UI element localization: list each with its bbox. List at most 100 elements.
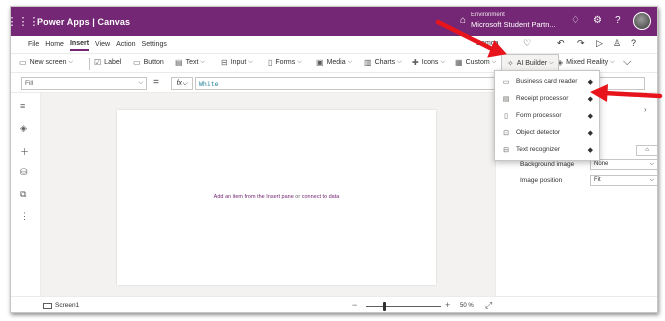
more-chevron-icon[interactable]: ⌵: [623, 56, 631, 69]
fit-to-screen-icon[interactable]: ⤢: [485, 300, 492, 311]
zoom-out-icon[interactable]: −: [352, 300, 357, 310]
formula-input[interactable]: White: [195, 77, 501, 90]
mixed-reality-button[interactable]: ◈ Mixed Reality ⌵: [557, 58, 615, 67]
media-rail-icon[interactable]: ⧉: [20, 189, 26, 200]
zoom-slider[interactable]: [366, 306, 441, 307]
canvas-area: Add an item from the Insert pane or conn…: [41, 93, 495, 296]
premium-icon: ◆: [587, 129, 593, 137]
label-label: Label: [104, 59, 122, 66]
chevron-down-icon: ⌵: [248, 59, 253, 65]
icons-button[interactable]: ✚ Icons ⌵: [412, 58, 445, 67]
menu-settings[interactable]: Settings: [142, 39, 167, 50]
background-image-dropdown[interactable]: None ⌵: [590, 159, 657, 170]
new-screen-button[interactable]: ▭ New screen ⌵: [19, 58, 73, 67]
input-button[interactable]: ⊟ Input ⌵: [221, 58, 253, 67]
input-label: Input: [230, 59, 247, 66]
label-icon: ☑: [94, 58, 102, 67]
property-value: Fill: [25, 80, 34, 87]
forms-button[interactable]: ▯ Forms ⌵: [268, 58, 302, 67]
chevron-down-icon: ⌵: [200, 59, 205, 65]
charts-label: Charts: [374, 59, 396, 66]
help-icon[interactable]: ?: [615, 15, 621, 26]
plus-icon[interactable]: ＋: [20, 145, 29, 158]
property-dropdown[interactable]: Fill ⌵: [21, 77, 147, 90]
help-menu-icon[interactable]: ?: [631, 38, 636, 48]
text-label: Text: [185, 59, 199, 66]
zoom-in-icon[interactable]: +: [445, 300, 450, 310]
ai-builder-content: ✧ AI Builder ⌵: [507, 59, 554, 68]
forms-label: Forms: [275, 59, 296, 66]
menu-file[interactable]: File: [28, 39, 39, 50]
menu-item-business-card-reader[interactable]: ▭ Business card reader ◆: [495, 73, 599, 90]
premium-icon: ◆: [587, 146, 593, 154]
share-user-icon[interactable]: ♙: [613, 38, 621, 49]
panel-expand-icon[interactable]: ›: [644, 105, 647, 114]
screen-icon: [43, 302, 52, 309]
charts-button[interactable]: ▥ Charts ⌵: [364, 58, 402, 67]
tools-icon[interactable]: ⋮: [20, 211, 29, 222]
edit-fill-button[interactable]: ⌂: [636, 145, 657, 156]
screen-canvas[interactable]: Add an item from the Insert pane or conn…: [117, 110, 436, 285]
media-icon: ▣: [316, 58, 324, 67]
environment-icon: ⌂: [460, 14, 467, 26]
icons-icon: ✚: [412, 58, 419, 67]
canvas-hint-or: or: [295, 194, 301, 200]
environment-picker[interactable]: ⌂ Environment Microsoft Student Partn...: [460, 11, 556, 29]
screen-name: Screen1: [55, 302, 80, 309]
app-title: Power Apps | Canvas: [37, 16, 131, 27]
menu-home[interactable]: Home: [45, 39, 64, 50]
play-icon[interactable]: ▷: [596, 38, 603, 49]
avatar[interactable]: [633, 12, 651, 30]
bell-icon[interactable]: ♢: [571, 15, 580, 26]
ai-builder-label: AI Builder: [516, 60, 548, 67]
hamburger-icon[interactable]: ≡: [20, 101, 25, 111]
status-bar: Screen1 − + 50 % ⤢: [11, 296, 657, 312]
connect-data-link[interactable]: connect to data: [302, 194, 340, 200]
menu-item-label: Business card reader: [516, 78, 578, 85]
chevron-down-icon: ⌵: [347, 59, 353, 65]
layers-icon[interactable]: ◈: [20, 123, 27, 134]
ai-builder-icon: ✧: [507, 59, 514, 68]
premium-icon: ◆: [587, 78, 593, 86]
redo-icon[interactable]: ↷: [577, 38, 585, 49]
button-label: Button: [143, 59, 164, 66]
app-checker-icon[interactable]: ♡: [523, 38, 531, 49]
custom-button[interactable]: ▦ Custom ⌵: [455, 58, 496, 67]
menu-item-object-detector[interactable]: ⊡ Object detector ◆: [495, 124, 599, 141]
new-screen-label: New screen: [29, 59, 67, 66]
icons-label: Icons: [421, 59, 439, 66]
media-button[interactable]: ▣ Media ⌵: [316, 58, 352, 67]
menu-action[interactable]: Action: [116, 39, 135, 50]
title-bar: ⋮⋮⋮ Power Apps | Canvas ⌂ Environment Mi…: [11, 7, 657, 36]
menu-bar: File Home Insert View Action Settings ♡ …: [11, 36, 657, 53]
menu-item-label: Form processor: [516, 112, 562, 119]
chevron-down-icon: ⌵: [440, 59, 445, 65]
chevron-down-icon: ⌵: [491, 59, 497, 65]
label-button[interactable]: ☑ Label: [94, 58, 121, 67]
text-recognizer-icon: ⊟: [503, 146, 509, 154]
chevron-down-icon: ⌵: [397, 59, 402, 65]
menu-item-form-processor[interactable]: ▯ Form processor ◆: [495, 107, 599, 124]
screen-tab[interactable]: Screen1: [43, 302, 79, 309]
menu-insert[interactable]: Insert: [69, 38, 90, 51]
database-icon[interactable]: ⛁: [20, 167, 28, 178]
menu-item-receipt-processor[interactable]: ▤ Receipt processor ◆: [495, 90, 599, 107]
image-position-dropdown[interactable]: Fit ⌵: [590, 175, 657, 186]
form-icon: ▯: [504, 112, 508, 120]
menu-item-text-recognizer[interactable]: ⊟ Text recognizer ◆: [495, 141, 599, 158]
menu-view[interactable]: View: [95, 39, 110, 50]
ai-builder-menu: ▭ Business card reader ◆ ▤ Receipt proce…: [494, 70, 600, 161]
zoom-slider-thumb[interactable]: [383, 302, 386, 311]
chevron-down-icon: ⌵: [138, 80, 143, 86]
app-launcher-icon[interactable]: ⋮⋮⋮: [11, 7, 40, 36]
fx-button[interactable]: fx⌵: [171, 77, 193, 90]
text-button[interactable]: ▤ Text ⌵: [175, 58, 205, 67]
app-window: ⋮⋮⋮ Power Apps | Canvas ⌂ Environment Mi…: [10, 6, 658, 313]
gear-icon[interactable]: ⚙: [593, 15, 602, 26]
id-card-icon: ▭: [502, 78, 510, 86]
left-rail: ≡ ◈ ＋ ⛁ ⧉ ⋮: [11, 93, 41, 296]
button-button[interactable]: ▭ Button: [133, 58, 164, 67]
menu-item-label: Text recognizer: [516, 146, 561, 153]
undo-icon[interactable]: ↶: [557, 38, 565, 49]
mixed-reality-label: Mixed Reality: [566, 59, 609, 66]
